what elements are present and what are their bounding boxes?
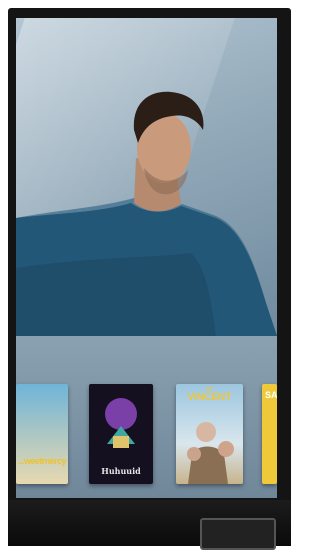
movie-title: VINCENT [187,392,232,403]
movie-title: Huhuuid [101,466,141,476]
movie-tile[interactable]: ...weetmercy [16,384,68,484]
tv-screen: ...weetmercy Huhuuid ST VINCENT SA [16,18,277,498]
movie-tile[interactable]: ST VINCENT [176,384,243,484]
movie-title: ...weetmercy [17,456,67,466]
hero-man-image [16,91,277,336]
movie-tile[interactable]: Huhuuid [89,384,153,484]
hero-banner[interactable] [16,18,277,336]
movie-title: SA [265,390,277,400]
tv-foot [200,518,276,550]
content-row: ...weetmercy Huhuuid ST VINCENT SA [16,336,277,498]
movie-tile[interactable]: SA [262,384,277,484]
